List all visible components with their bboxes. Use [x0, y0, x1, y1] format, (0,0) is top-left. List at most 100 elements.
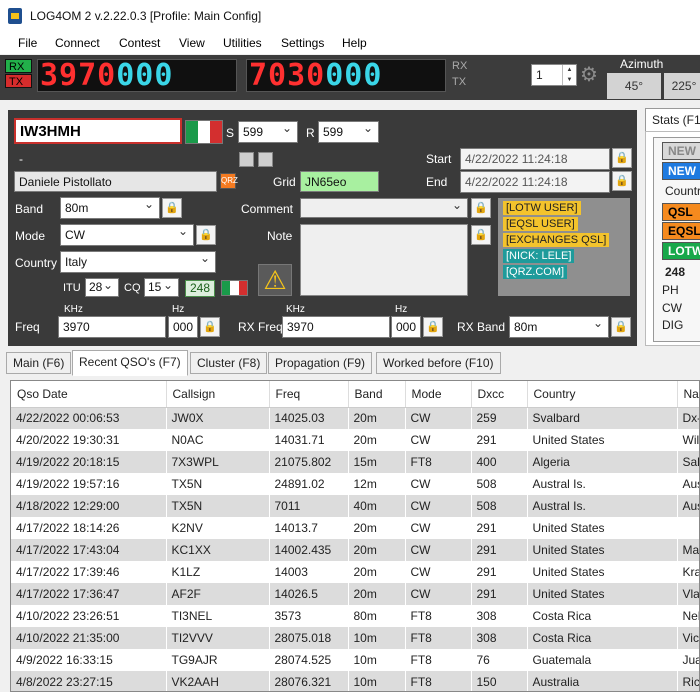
cell-mode: CW [405, 583, 472, 605]
country-flag-icon [221, 280, 248, 296]
grid-input[interactable]: JN65eo [300, 171, 379, 192]
mode-lock-icon[interactable]: 🔒 [196, 225, 216, 245]
end-lock-icon[interactable]: 🔒 [612, 171, 632, 191]
tab-cluster[interactable]: Cluster (F8) [190, 352, 268, 374]
note-textarea[interactable] [300, 224, 468, 296]
rst-received-select[interactable]: 599 [318, 121, 379, 143]
col-freq[interactable]: Freq [269, 381, 349, 408]
rxband-select[interactable]: 80m [509, 316, 609, 338]
table-row[interactable]: 4/18/2022 12:29:00 TX5N 7011 40m CW 508 Austra… [11, 495, 699, 517]
cell-dxcc: 259 [471, 407, 528, 429]
rst-sent-select[interactable]: 599 [238, 121, 298, 143]
stats-new-1: NEW [662, 142, 700, 160]
table-row[interactable]: 4/19/2022 20:18:15 7X3WPL 21075.802 15m FT8 4… [11, 451, 699, 473]
comment-lock-icon[interactable]: 🔒 [471, 198, 491, 218]
table-row[interactable]: 4/10/2022 21:35:00 TI2VVV 28075.018 10m FT8 3… [11, 627, 699, 649]
menu-connect[interactable]: Connect [55, 36, 100, 50]
col-name[interactable]: Nam [677, 381, 699, 408]
cell-mode: FT8 [405, 451, 472, 473]
freq-lock-icon[interactable]: 🔒 [200, 317, 220, 337]
itu-select[interactable]: 28 [85, 278, 119, 297]
freq-hz-unit: Hz [172, 304, 185, 315]
col-callsign[interactable]: Callsign [166, 381, 270, 408]
table-row[interactable]: 4/8/2022 23:27:15 VK2AAH 28076.321 10m FT8 15… [11, 671, 699, 691]
radio-number-spinner[interactable]: 1 ▲ ▼ [531, 64, 577, 86]
small-square-button-2[interactable] [258, 152, 273, 167]
table-row[interactable]: 4/17/2022 17:36:47 AF2F 14026.5 20m CW 291 Uni… [11, 583, 699, 605]
rx-indicator[interactable]: RX [5, 59, 32, 73]
small-square-button-1[interactable] [239, 152, 254, 167]
rxfreq-lock-icon[interactable]: 🔒 [423, 317, 443, 337]
cell-callsign: N0AC [166, 429, 270, 451]
table-row[interactable]: 4/17/2022 18:14:26 K2NV 14013.7 20m CW 291 Uni… [11, 517, 699, 539]
menu-contest[interactable]: Contest [119, 36, 160, 50]
table-row[interactable]: 4/17/2022 17:43:04 KC1XX 14002.435 20m CW 291… [11, 539, 699, 561]
table-row[interactable]: 4/22/2022 00:06:53 JW0X 14025.03 20m CW 259 Sv… [11, 407, 699, 429]
rxfreq-hz-input[interactable]: 000 [391, 316, 421, 338]
callsign-input[interactable]: IW3HMH [14, 118, 182, 144]
cell-band: 15m [348, 451, 406, 473]
badge-eqsl-user: [EQSL USER] [503, 217, 578, 231]
menu-settings[interactable]: Settings [281, 36, 324, 50]
rxband-lock-icon[interactable]: 🔒 [611, 317, 631, 337]
freq-khz-input[interactable]: 3970 [58, 316, 166, 338]
recent-qso-table: Qso Date Callsign Freq Band Mode Dxcc Co… [10, 380, 700, 692]
col-qso-date[interactable]: Qso Date [11, 381, 167, 408]
start-datetime-input[interactable]: 4/22/2022 11:24:18 [460, 148, 610, 170]
col-country[interactable]: Country [527, 381, 678, 408]
tab-recent-qsos[interactable]: Recent QSO's (F7) [72, 350, 188, 376]
band-select[interactable]: 80m [60, 197, 160, 219]
col-dxcc[interactable]: Dxcc [471, 381, 528, 408]
comment-input[interactable] [300, 198, 468, 218]
freq-label: Freq [15, 320, 40, 334]
note-lock-icon[interactable]: 🔒 [471, 225, 491, 245]
table-row[interactable]: 4/19/2022 19:57:16 TX5N 24891.02 12m CW 508 Au… [11, 473, 699, 495]
rxfreq-khz-input[interactable]: 3970 [282, 316, 390, 338]
rxfreq-khz-unit: KHz [286, 304, 305, 315]
cell-name: Vlad [677, 583, 699, 605]
table-row[interactable]: 4/20/2022 19:30:31 N0AC 14031.71 20m CW 291 Un… [11, 429, 699, 451]
name-input[interactable]: Daniele Pistollato [14, 171, 217, 192]
band-lock-icon[interactable]: 🔒 [162, 198, 182, 218]
cell-country: United States [527, 561, 678, 583]
stats-count: 248 [665, 265, 686, 279]
menu-file[interactable]: File [18, 36, 37, 50]
country-select[interactable]: Italy [60, 251, 216, 273]
cell-qso-date: 4/17/2022 18:14:26 [11, 517, 167, 539]
tab-main[interactable]: Main (F6) [6, 352, 72, 374]
cq-select[interactable]: 15 [144, 278, 179, 297]
warning-icon[interactable]: ⚠ [258, 264, 292, 296]
cell-freq: 28076.321 [269, 671, 349, 691]
table-row[interactable]: 4/10/2022 23:26:51 TI3NEL 3573 80m FT8 308 Cos… [11, 605, 699, 627]
menu-help[interactable]: Help [342, 36, 367, 50]
col-band[interactable]: Band [348, 381, 406, 408]
start-lock-icon[interactable]: 🔒 [612, 148, 632, 168]
cell-callsign: TX5N [166, 495, 270, 517]
cell-freq: 14003 [269, 561, 349, 583]
gear-icon[interactable]: ⚙ [580, 65, 598, 85]
table-row[interactable]: 4/9/2022 16:33:15 TG9AJR 28074.525 10m FT8 76… [11, 649, 699, 671]
spinner-arrows-icon[interactable]: ▲ ▼ [562, 65, 576, 85]
tab-propagation[interactable]: Propagation (F9) [268, 352, 373, 374]
cell-name: Juan [677, 649, 699, 671]
menu-utilities[interactable]: Utilities [223, 36, 262, 50]
rst-sent-label: S [226, 126, 235, 140]
window-title: LOG4OM 2 v.2.22.0.3 [Profile: Main Confi… [30, 9, 262, 23]
tx-indicator[interactable]: TX [5, 74, 32, 88]
band-label: Band [15, 202, 44, 216]
menu-view[interactable]: View [179, 36, 205, 50]
cell-mode: CW [405, 561, 472, 583]
mode-select[interactable]: CW [60, 224, 194, 246]
tab-worked-before[interactable]: Worked before (F10) [376, 352, 501, 374]
freq-hz-input[interactable]: 000 [168, 316, 198, 338]
badge-qrz: [QRZ.COM] [503, 265, 568, 279]
tab-stats[interactable]: Stats (F1 [645, 108, 700, 132]
cell-name: Aust [677, 495, 699, 517]
cell-dxcc: 291 [471, 517, 528, 539]
cell-freq: 14031.71 [269, 429, 349, 451]
qrz-lookup-icon[interactable]: QRZ [220, 173, 238, 189]
badge-nick: [NICK: LELE] [503, 249, 575, 263]
table-row[interactable]: 4/17/2022 17:39:46 K1LZ 14003 20m CW 291 Unite… [11, 561, 699, 583]
col-mode[interactable]: Mode [405, 381, 472, 408]
end-datetime-input[interactable]: 4/22/2022 11:24:18 [460, 171, 610, 193]
